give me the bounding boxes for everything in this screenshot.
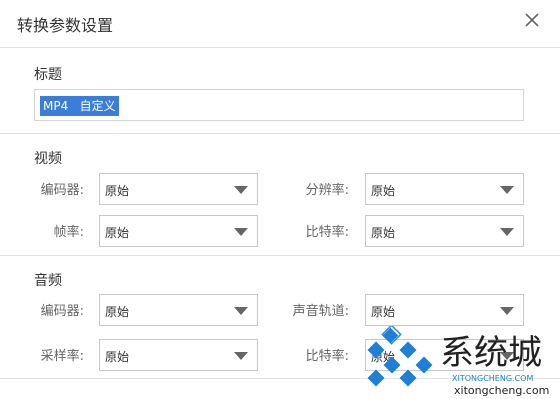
video-framerate-select[interactable]: 原始 bbox=[99, 215, 258, 247]
chevron-down-icon bbox=[500, 228, 514, 236]
chevron-down-icon bbox=[234, 352, 248, 360]
chevron-down-icon bbox=[500, 307, 514, 315]
title-section-label: 标题 bbox=[34, 67, 62, 83]
watermark-url: XITONGCHENG.COM bbox=[452, 374, 533, 383]
video-codec-select[interactable]: 原始 bbox=[99, 173, 258, 205]
section-divider bbox=[0, 133, 560, 134]
dialog-title: 转换参数设置 bbox=[17, 16, 114, 35]
audio-codec-select[interactable]: 原始 bbox=[99, 294, 258, 326]
title-input[interactable]: MP4 自定义 bbox=[34, 89, 524, 121]
dialog-title-bar: 转换参数设置 bbox=[0, 0, 560, 48]
watermark-domain: xitongcheng.com bbox=[454, 384, 549, 397]
audio-channels-label: 声音轨道: bbox=[292, 304, 349, 319]
audio-bitrate-label: 比特率: bbox=[305, 349, 349, 364]
title-input-value: MP4 自定义 bbox=[40, 96, 119, 116]
audio-channels-value: 原始 bbox=[371, 305, 396, 319]
video-codec-label: 编码器: bbox=[40, 183, 84, 198]
watermark-diamond-icon bbox=[367, 326, 433, 387]
watermark-text: 系统城 bbox=[440, 333, 542, 373]
watermark-logo: 系统城 XITONGCHENG.COM xitongcheng.com bbox=[367, 326, 549, 397]
audio-section-label: 音频 bbox=[34, 273, 62, 289]
chevron-down-icon bbox=[500, 186, 514, 194]
video-resolution-label: 分辨率: bbox=[305, 183, 349, 198]
video-bitrate-label: 比特率: bbox=[305, 225, 349, 240]
video-bitrate-select[interactable]: 原始 bbox=[365, 215, 524, 247]
audio-codec-label: 编码器: bbox=[40, 304, 84, 319]
audio-codec-value: 原始 bbox=[105, 305, 130, 319]
section-divider bbox=[0, 255, 560, 256]
video-resolution-value: 原始 bbox=[371, 184, 396, 198]
audio-channels-select[interactable]: 原始 bbox=[365, 294, 524, 326]
chevron-down-icon bbox=[234, 228, 248, 236]
convert-settings-dialog: 转换参数设置 标题 MP4 自定义 视频 编码器: 原始 分辨率: 原始 帧率:… bbox=[0, 0, 560, 399]
audio-samplerate-value: 原始 bbox=[105, 350, 130, 364]
chevron-down-icon bbox=[234, 307, 248, 315]
close-icon[interactable] bbox=[520, 8, 544, 32]
video-bitrate-value: 原始 bbox=[371, 226, 396, 240]
video-framerate-label: 帧率: bbox=[53, 225, 84, 240]
video-resolution-select[interactable]: 原始 bbox=[365, 173, 524, 205]
video-framerate-value: 原始 bbox=[105, 226, 130, 240]
video-codec-value: 原始 bbox=[105, 184, 130, 198]
video-section-label: 视频 bbox=[34, 151, 62, 167]
audio-samplerate-select[interactable]: 原始 bbox=[99, 339, 258, 371]
chevron-down-icon bbox=[234, 186, 248, 194]
audio-samplerate-label: 采样率: bbox=[40, 349, 84, 364]
